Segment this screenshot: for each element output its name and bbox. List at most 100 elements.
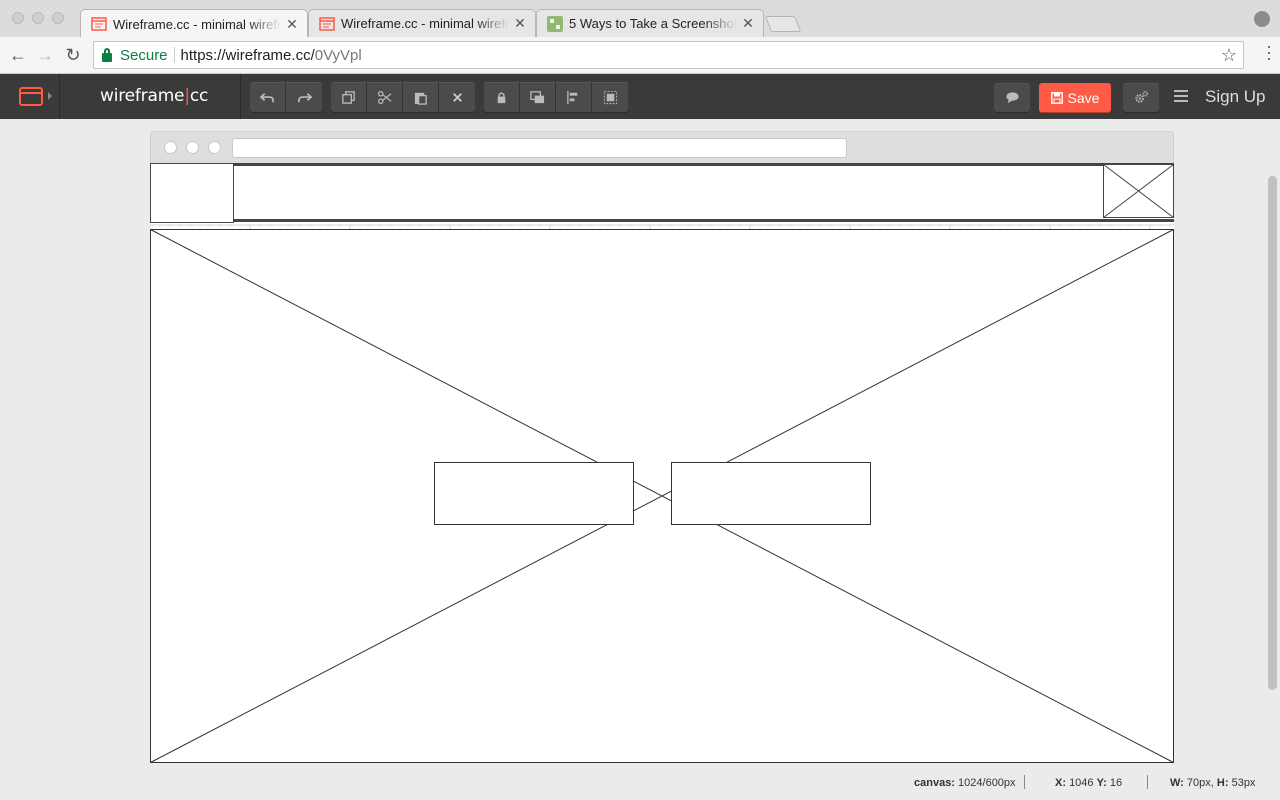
- mock-window-dot: [164, 141, 177, 154]
- profile-icon[interactable]: [1254, 11, 1270, 27]
- comment-icon: [1005, 92, 1019, 104]
- logo-placeholder-box[interactable]: [150, 163, 234, 223]
- arrange-button-group: [484, 82, 628, 112]
- w-label: W:: [1170, 777, 1184, 789]
- new-tab-button[interactable]: [764, 16, 802, 32]
- app-logo[interactable]: wireframe|cc: [100, 86, 208, 106]
- history-button-group: [250, 82, 322, 112]
- w-value: 70px,: [1186, 777, 1214, 789]
- scissors-icon: [377, 90, 392, 104]
- selection-size-readout: W: 70px, H: 53px: [1170, 777, 1255, 789]
- header-image-placeholder[interactable]: [1103, 164, 1174, 218]
- page-scrollbar[interactable]: [1268, 176, 1277, 690]
- sign-up-link[interactable]: Sign Up: [1205, 87, 1265, 107]
- browser-frame-mockup: [150, 131, 1174, 163]
- tab-title: 5 Ways to Take a Screenshot With a Mac: [569, 16, 737, 31]
- header-top-border: [150, 163, 1174, 166]
- undo-button[interactable]: [250, 82, 286, 112]
- window-minimize-button[interactable]: [32, 12, 44, 24]
- page-type-icon[interactable]: [19, 87, 43, 106]
- cursor-position-readout: X: 1046 Y: 16: [1055, 777, 1122, 789]
- wireframe-favicon-icon: [91, 17, 107, 31]
- save-button[interactable]: Save: [1039, 83, 1111, 112]
- back-arrow-icon[interactable]: ←: [8, 45, 28, 65]
- browser-tabstrip: Wireframe.cc - minimal wireframing tool …: [0, 0, 1280, 38]
- canvas-value: 1024/600px: [958, 777, 1016, 789]
- duplicate-button[interactable]: [331, 82, 367, 112]
- bookmark-star-icon[interactable]: ☆: [1221, 45, 1237, 66]
- mock-window-dot: [186, 141, 199, 154]
- logo-text-right: cc: [189, 86, 209, 106]
- undo-icon: [260, 92, 274, 102]
- window-close-button[interactable]: [12, 12, 24, 24]
- lock-button[interactable]: [484, 82, 520, 112]
- y-value: 16: [1109, 777, 1123, 789]
- security-label: Secure: [120, 46, 168, 64]
- bring-front-icon: [530, 90, 545, 103]
- h-label: H:: [1216, 777, 1229, 789]
- align-icon: [567, 90, 578, 104]
- wireframe-box-left[interactable]: [434, 462, 634, 525]
- browser-tab-3[interactable]: 5 Ways to Take a Screenshot With a Mac ✕: [536, 9, 764, 37]
- lock-icon: [497, 91, 506, 103]
- lock-icon: [102, 47, 112, 62]
- delete-button[interactable]: [439, 82, 475, 112]
- cut-button[interactable]: [367, 82, 403, 112]
- y-label: Y:: [1096, 777, 1107, 789]
- page-type-dropdown-icon[interactable]: [48, 92, 52, 100]
- browser-tab-1[interactable]: Wireframe.cc - minimal wireframing tool …: [80, 9, 308, 38]
- group-button[interactable]: [592, 82, 628, 112]
- settings-button[interactable]: [1123, 83, 1159, 112]
- tab-title: Wireframe.cc - minimal wireframing tool: [341, 16, 509, 31]
- group-icon: [603, 90, 617, 104]
- ruler-ticks: [150, 224, 1174, 229]
- paste-icon: [414, 92, 427, 105]
- redo-button[interactable]: [286, 82, 322, 112]
- comments-button[interactable]: [994, 83, 1030, 112]
- tab-close-icon[interactable]: ✕: [513, 15, 527, 32]
- wireframe-drawing: [150, 163, 1174, 763]
- logo-text-left: wireframe: [100, 86, 185, 106]
- url-path: 0VyVpl: [314, 46, 362, 64]
- status-divider: [1147, 775, 1148, 789]
- header-bottom-border: [233, 219, 1174, 222]
- edit-button-group: [331, 82, 475, 112]
- wireframe-box-right[interactable]: [671, 462, 871, 525]
- duplicate-icon: [342, 90, 355, 104]
- wireframe-canvas[interactable]: [150, 163, 1174, 763]
- window-zoom-button[interactable]: [52, 12, 64, 24]
- delete-icon: [452, 92, 462, 102]
- x-value: 1046: [1069, 777, 1094, 789]
- menu-icon[interactable]: [1174, 90, 1188, 102]
- paste-button[interactable]: [403, 82, 439, 112]
- hero-image-placeholder[interactable]: [150, 229, 1174, 763]
- save-icon: [1050, 91, 1063, 104]
- save-label: Save: [1067, 89, 1100, 106]
- h-value: 53px: [1231, 777, 1256, 789]
- align-button[interactable]: [556, 82, 592, 112]
- wikihow-favicon-icon: [547, 15, 563, 32]
- settings-icon: [1134, 90, 1148, 103]
- canvas-size-readout: canvas: 1024/600px: [914, 777, 1016, 789]
- tab-close-icon[interactable]: ✕: [741, 15, 755, 32]
- tab-close-icon[interactable]: ✕: [285, 16, 299, 33]
- address-bar[interactable]: Secure https://wireframe.cc/ 0VyVpl ☆: [93, 41, 1244, 69]
- toolbar-divider: [240, 74, 241, 119]
- omnibox-divider: [173, 47, 175, 63]
- status-divider: [1024, 775, 1025, 789]
- bring-to-front-button[interactable]: [520, 82, 556, 112]
- mock-address-bar: [232, 138, 847, 158]
- forward-arrow-icon[interactable]: →: [35, 45, 55, 65]
- browser-toolbar: ← → ↻ Secure https://wireframe.cc/ 0VyVp…: [0, 37, 1280, 74]
- x-label: X:: [1055, 777, 1066, 789]
- tab-title: Wireframe.cc - minimal wireframing tool: [113, 16, 281, 32]
- canvas-label: canvas:: [914, 777, 955, 789]
- wireframe-favicon-icon: [319, 16, 335, 31]
- app-toolbar: wireframe|cc Save: [0, 74, 1280, 119]
- browser-tab-2[interactable]: Wireframe.cc - minimal wireframing tool …: [308, 9, 536, 37]
- browser-menu-icon[interactable]: · · ·: [1266, 37, 1272, 67]
- redo-icon: [297, 92, 312, 102]
- toolbar-divider: [59, 74, 60, 119]
- url-host: https://wireframe.cc/: [180, 46, 315, 64]
- reload-icon[interactable]: ↻: [63, 45, 83, 65]
